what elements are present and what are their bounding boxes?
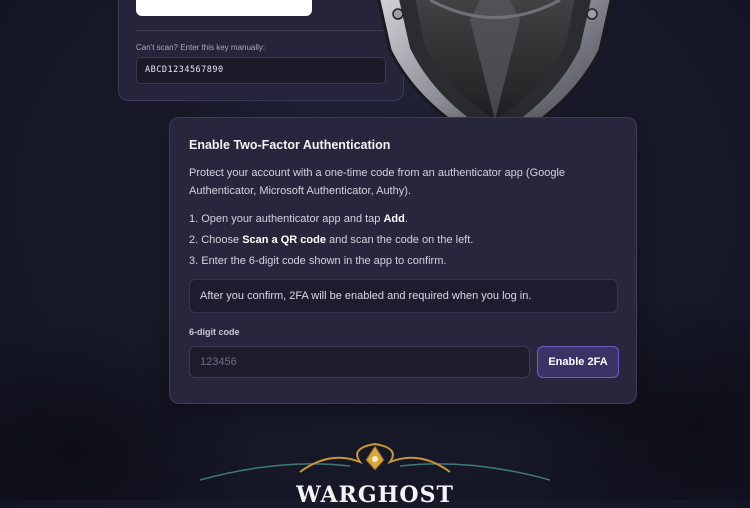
setup-steps-list: 1. Open your authenticator app and tap A… [189,209,619,272]
card-description: Protect your account with a one-time cod… [189,167,566,197]
card-title: Enable Two-Factor Authentication [189,138,391,152]
ornament-divider-icon [200,442,550,481]
manual-key-field[interactable]: ABCD1234567890 [136,57,386,84]
info-note: After you confirm, 2FA will be enabled a… [189,279,618,313]
qr-setup-card: Can't scan? Enter this key manually: ABC… [118,0,404,101]
step-item: 3. Enter the 6-digit code shown in the a… [189,255,447,267]
step-item: 2. Choose Scan a QR code and scan the co… [189,234,474,246]
code-field-label: 6-digit code [189,327,240,337]
enable-2fa-button[interactable]: Enable 2FA [537,346,619,378]
footer-logo: WARGHOST [296,482,454,508]
qr-code-image [136,0,312,16]
manual-key-label: Can't scan? Enter this key manually: [136,43,266,52]
two-factor-card: Enable Two-Factor Authentication Protect… [169,117,637,404]
code-input[interactable] [189,346,530,378]
divider [136,30,386,31]
step-item: 1. Open your authenticator app and tap A… [189,213,408,225]
